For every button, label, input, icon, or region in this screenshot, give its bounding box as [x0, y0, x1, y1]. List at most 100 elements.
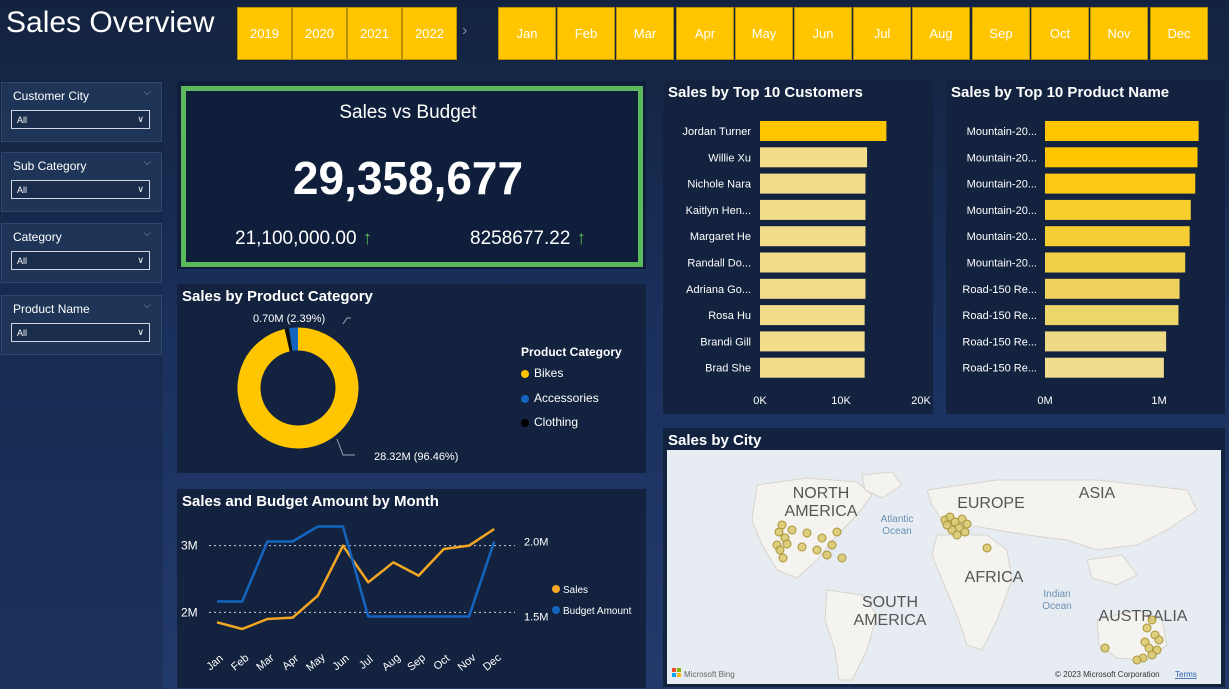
continent-label: AMERICA [854, 612, 927, 629]
line-chart[interactable]: 3M 2M 2.0M 1.5M Jan Feb Mar Apr May Jun Jul Aug Sep O… [177, 489, 646, 688]
city-bubble[interactable] [1100, 643, 1110, 653]
bar[interactable] [760, 121, 887, 141]
city-bubble[interactable] [797, 542, 807, 552]
bar[interactable] [760, 357, 865, 378]
city-bubble[interactable] [802, 528, 812, 538]
bar[interactable] [1045, 305, 1179, 326]
bing-logo-icon [677, 668, 681, 672]
city-bubble[interactable] [782, 539, 792, 549]
bar[interactable] [760, 278, 866, 299]
donut-slice-clothing[interactable] [284, 328, 293, 352]
city-bubble[interactable] [778, 553, 788, 563]
bar[interactable] [1045, 252, 1186, 273]
bar[interactable] [1045, 331, 1167, 352]
city-bubble[interactable] [787, 525, 797, 535]
bar-label: Mountain-20... [967, 126, 1037, 138]
customers-bar-chart[interactable]: Jordan Turner Willie Xu Nichole Nara Kaitly… [663, 80, 933, 414]
month-button-dec[interactable]: Dec [1150, 7, 1208, 60]
city-bubble[interactable] [1132, 655, 1142, 665]
kpi-title: Sales vs Budget [339, 102, 477, 123]
month-button-sep[interactable]: Sep [972, 7, 1030, 60]
city-bubble[interactable] [827, 540, 837, 550]
products-bar-chart[interactable]: Mountain-20... Mountain-20... Mountain-20.… [946, 80, 1225, 414]
month-button-jul[interactable]: Jul [853, 7, 911, 60]
month-button-oct[interactable]: Oct [1031, 7, 1089, 60]
city-bubble[interactable] [962, 519, 972, 529]
month-button-may[interactable]: May [735, 7, 793, 60]
chevron-down-icon[interactable]: ⌵ [143, 300, 151, 311]
city-bubble[interactable] [1154, 635, 1164, 645]
chevron-down-icon[interactable]: ⌵ [143, 87, 151, 98]
city-bubble[interactable] [1142, 623, 1152, 633]
donut-chart[interactable]: 0.70M (2.39%) 28.32M (96.46%) [177, 284, 646, 473]
city-bubble[interactable] [942, 520, 952, 530]
monthly-line-card[interactable]: Sales and Budget Amount by Month 3M 2M 2.0… [177, 489, 646, 688]
year-button-2019[interactable]: 2019 [237, 7, 292, 60]
bar[interactable] [1045, 199, 1191, 220]
year-button-2020[interactable]: 2020 [292, 7, 347, 60]
city-bubble[interactable] [812, 545, 822, 555]
bar[interactable] [760, 199, 866, 220]
month-button-jun[interactable]: Jun [794, 7, 852, 60]
donut-slice-bikes[interactable] [237, 327, 359, 449]
bar[interactable] [1045, 173, 1196, 194]
series-line-sales[interactable] [216, 527, 495, 631]
chevron-down-icon: ∨ [137, 114, 144, 124]
city-bubble[interactable] [774, 527, 784, 537]
filter-label: Category [13, 230, 62, 244]
bar[interactable] [760, 252, 866, 273]
city-bubble[interactable] [982, 543, 992, 553]
kpi-budget-value: 21,100,000.00 ↑ [235, 228, 372, 250]
continent-label: AMERICA [785, 503, 858, 520]
bar[interactable] [760, 147, 868, 168]
bar[interactable] [1045, 357, 1164, 378]
month-button-aug[interactable]: Aug [912, 7, 970, 60]
bar[interactable] [1045, 278, 1180, 299]
city-bubble[interactable] [817, 533, 827, 543]
month-button-apr[interactable]: Apr [676, 7, 734, 60]
category-dropdown[interactable]: All ∨ [11, 251, 150, 270]
continent-label: AUSTRALIA [1099, 608, 1188, 625]
bar[interactable] [1045, 121, 1199, 141]
kpi-card[interactable]: Sales vs Budget 29,358,677 21,100,000.00… [177, 81, 646, 269]
product-name-dropdown[interactable]: All ∨ [11, 323, 150, 342]
bar[interactable] [760, 305, 865, 326]
month-button-nov[interactable]: Nov [1090, 7, 1148, 60]
category-donut-card[interactable]: Sales by Product Category 0.70M (2.39%) 2… [177, 284, 646, 473]
bar[interactable] [760, 173, 866, 194]
bar[interactable] [760, 226, 866, 247]
year-button-2022[interactable]: 2022 [402, 7, 457, 60]
donut-slice-accessories[interactable] [288, 327, 299, 351]
series-line-budget-amount[interactable] [217, 525, 496, 618]
top-customers-card[interactable]: Sales by Top 10 Customers Jordan Turner W… [663, 80, 933, 414]
month-button-mar[interactable]: Mar [616, 7, 674, 60]
ocean-label: Indian [1043, 589, 1070, 600]
chevron-down-icon[interactable]: ⌵ [143, 157, 151, 168]
bar[interactable] [760, 331, 865, 352]
month-button-jan[interactable]: Jan [498, 7, 556, 60]
sub-category-dropdown[interactable]: All ∨ [11, 180, 150, 199]
year-button-2021[interactable]: 2021 [347, 7, 402, 60]
city-map-card[interactable]: Sales by City NORTH AMERICA EUROPE ASIA AFRI… [663, 428, 1225, 687]
chevron-down-icon[interactable]: ⌵ [143, 228, 151, 239]
bar[interactable] [1045, 147, 1198, 168]
customer-city-dropdown[interactable]: All ∨ [11, 110, 150, 129]
city-bubble[interactable] [1144, 643, 1154, 653]
world-map[interactable]: NORTHAMERICA EUROPEASIAAFRICASOUTHAMERICA… [663, 428, 1225, 687]
bar[interactable] [1045, 226, 1190, 247]
city-bubble[interactable] [952, 530, 962, 540]
legend-item-bikes[interactable]: Bikes [521, 366, 563, 380]
month-button-feb[interactable]: Feb [557, 7, 615, 60]
city-bubble[interactable] [1147, 615, 1157, 625]
kpi-value: 29,358,677 [292, 152, 524, 204]
legend-item-accessories[interactable]: Accessories [521, 391, 599, 405]
city-bubble[interactable] [837, 553, 847, 563]
city-bubble[interactable] [960, 527, 970, 537]
city-bubble[interactable] [832, 527, 842, 537]
top-products-card[interactable]: Sales by Top 10 Product Name Mountain-20… [946, 80, 1225, 414]
chevron-right-icon[interactable]: › [462, 22, 467, 40]
city-bubble[interactable] [822, 550, 832, 560]
terms-link[interactable]: Terms [1175, 670, 1197, 679]
legend-item-clothing[interactable]: Clothing [521, 415, 578, 429]
city-bubble[interactable] [775, 545, 785, 555]
